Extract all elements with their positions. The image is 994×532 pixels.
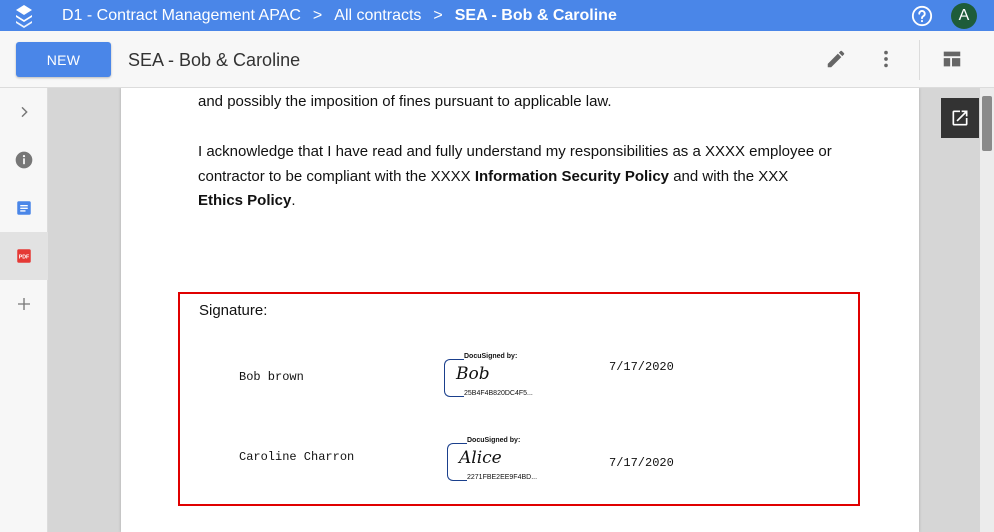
handwritten-signature: Bob — [456, 364, 490, 384]
acknowledgement-paragraph: I acknowledge that I have read and fully… — [198, 140, 832, 214]
pdf-button[interactable]: PDF — [0, 232, 48, 280]
envelope-hash: 25B4F4B820DC4F5... — [464, 390, 533, 397]
toolbar: NEW SEA - Bob & Caroline — [0, 31, 994, 88]
text-span: contractor to be compliant with the XXXX — [198, 167, 475, 185]
breadcrumb-item-current: SEA - Bob & Caroline — [454, 6, 617, 24]
text-line: Ethics Policy. — [198, 189, 832, 214]
layout-panel-icon[interactable] — [941, 48, 963, 70]
toolbar-divider — [919, 40, 920, 80]
top-bar: D1 - Contract Management APAC > All cont… — [0, 0, 994, 31]
document-page: and possibly the imposition of fines pur… — [121, 88, 919, 532]
info-button[interactable] — [0, 136, 48, 184]
add-button[interactable] — [0, 280, 48, 328]
signer-name: Caroline Charron — [239, 450, 355, 464]
docusign-stamp: DocuSigned by: Alice 2271FBE2EE9F4BD... — [447, 437, 557, 487]
stamp-header: DocuSigned by: — [467, 437, 521, 444]
page-title: SEA - Bob & Caroline — [128, 50, 301, 70]
docusign-stamp: DocuSigned by: Bob 25B4F4B820DC4F5... — [444, 353, 554, 403]
open-in-new-icon — [952, 110, 968, 126]
avatar[interactable]: A — [951, 2, 977, 29]
text-line: contractor to be compliant with the XXXX… — [198, 165, 832, 190]
plus-icon — [18, 298, 30, 310]
expand-panel-button[interactable] — [0, 88, 48, 136]
breadcrumb-item-all-contracts[interactable]: All contracts — [334, 7, 421, 25]
handwritten-signature: Alice — [459, 448, 502, 468]
text-span: . — [291, 192, 296, 209]
text-line: and possibly the imposition of fines pur… — [198, 93, 612, 110]
sign-date: 7/17/2020 — [609, 456, 674, 470]
help-icon[interactable] — [911, 5, 933, 27]
info-icon — [15, 151, 33, 169]
scrollbar-thumb[interactable] — [982, 96, 992, 151]
sign-date: 7/17/2020 — [609, 360, 674, 374]
new-button[interactable]: NEW — [16, 42, 111, 77]
breadcrumb-item-workspace[interactable]: D1 - Contract Management APAC — [62, 7, 301, 25]
chevron-right-icon — [21, 106, 28, 118]
app-logo-icon[interactable] — [0, 0, 48, 31]
open-in-new-button[interactable] — [941, 98, 979, 138]
text-line: I acknowledge that I have read and fully… — [198, 143, 832, 160]
signature-label: Signature: — [199, 302, 268, 319]
document-viewer[interactable]: and possibly the imposition of fines pur… — [48, 88, 994, 532]
breadcrumb-separator-icon: > — [312, 6, 323, 24]
policy-name: Information Security Policy — [474, 167, 670, 185]
stamp-header: DocuSigned by: — [464, 353, 518, 360]
side-rail: PDF — [0, 88, 48, 532]
document-button[interactable] — [0, 184, 48, 232]
scrollbar-track[interactable] — [980, 88, 994, 532]
breadcrumb: D1 - Contract Management APAC > All cont… — [62, 7, 617, 25]
pdf-icon: PDF — [17, 249, 31, 263]
breadcrumb-separator-icon: > — [433, 6, 443, 24]
more-vert-icon[interactable] — [875, 48, 897, 70]
pdf-icon-label: PDF — [19, 255, 30, 261]
envelope-hash: 2271FBE2EE9F4BD... — [467, 474, 538, 481]
document-icon — [17, 201, 31, 215]
signer-name: Bob brown — [239, 370, 304, 384]
policy-name: Ethics Policy — [198, 192, 292, 209]
text-span: and with the XXX — [669, 167, 789, 185]
signature-section: Signature: Bob brown DocuSigned by: Bob … — [178, 292, 860, 506]
edit-pencil-icon[interactable] — [825, 48, 847, 70]
